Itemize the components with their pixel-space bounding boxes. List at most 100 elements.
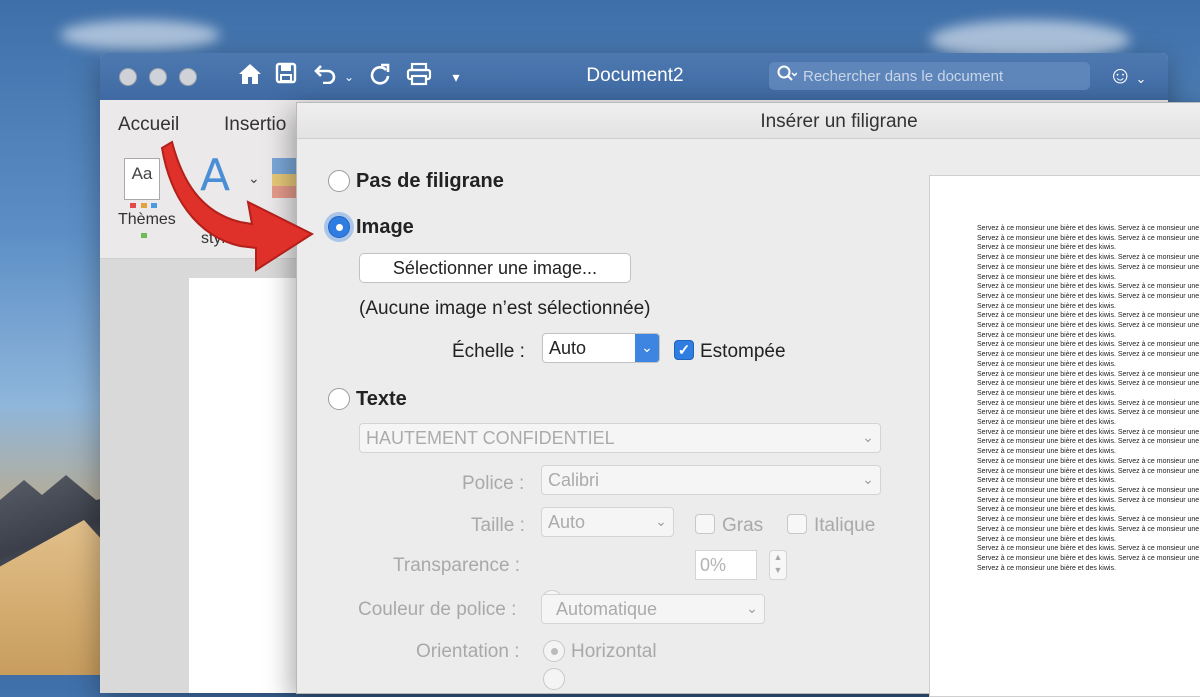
font-select[interactable]: Calibri ⌄ <box>541 465 881 495</box>
print-icon[interactable] <box>405 62 433 92</box>
preview-text-line: Servez à ce monsieur une bière et des ki… <box>977 380 1200 388</box>
undo-dropdown-chevron-icon[interactable]: ⌄ <box>342 62 356 92</box>
horizontal-label: Horizontal <box>571 641 657 662</box>
chevron-down-icon: ⌄ <box>862 471 874 487</box>
preview-text-line: Servez à ce monsieur une bière et des ki… <box>977 419 1116 427</box>
preview-text-line: Servez à ce monsieur une bière et des ki… <box>977 428 1200 436</box>
preview-text-line: Servez à ce monsieur une bière et des ki… <box>977 225 1200 232</box>
cloud <box>60 20 220 50</box>
preview-text: Servez à ce monsieur une bière et des ki… <box>977 224 1200 573</box>
preview-text-line: Servez à ce monsieur une bière et des ki… <box>977 457 1200 465</box>
undo-icon[interactable] <box>312 62 340 92</box>
preview-text-line: Servez à ce monsieur une bière et des ki… <box>977 322 1200 330</box>
preview-text-line: Servez à ce monsieur une bière et des ki… <box>977 331 1116 339</box>
preview-text-line: Servez à ce monsieur une bière et des ki… <box>977 244 1116 252</box>
scale-value: Auto <box>549 338 587 358</box>
preview-text-line: Servez à ce monsieur une bière et des ki… <box>977 283 1200 291</box>
orientation-label: Orientation : <box>416 641 520 662</box>
scale-select[interactable]: Auto ⌄ <box>542 333 660 363</box>
home-icon[interactable] <box>236 62 264 92</box>
preview-text-line: Servez à ce monsieur une bière et des ki… <box>977 234 1200 242</box>
search-placeholder: Rechercher dans le document <box>803 67 1004 85</box>
text-option-label: Texte <box>356 388 407 410</box>
bold-checkbox[interactable] <box>695 514 715 534</box>
font-color-select[interactable]: Automatique ⌄ <box>541 594 765 624</box>
customize-toolbar-icon[interactable]: ▾ <box>448 62 464 92</box>
preview-text-line: Servez à ce monsieur une bière et des ki… <box>977 496 1200 504</box>
no-watermark-radio[interactable] <box>328 170 350 192</box>
annotation-arrow <box>160 140 315 272</box>
size-select[interactable]: Auto ⌄ <box>541 507 674 537</box>
preview-text-line: Servez à ce monsieur une bière et des ki… <box>977 545 1200 553</box>
zoom-window-button[interactable] <box>179 68 197 86</box>
chevron-down-icon: ⌄ <box>635 334 659 362</box>
image-option-label: Image <box>356 216 414 238</box>
select-image-button[interactable]: Sélectionner une image... <box>359 253 631 283</box>
feedback-smiley-icon[interactable]: ☺ ⌄ <box>1108 62 1146 90</box>
preview-text-line: Servez à ce monsieur une bière et des ki… <box>977 467 1200 475</box>
font-color-label: Couleur de police : <box>358 599 517 620</box>
preview-text-line: Servez à ce monsieur une bière et des ki… <box>977 370 1200 378</box>
preview-text-line: Servez à ce monsieur une bière et des ki… <box>977 263 1200 271</box>
size-label: Taille : <box>471 515 525 536</box>
preview-text-line: Servez à ce monsieur une bière et des ki… <box>977 506 1116 514</box>
chevron-down-icon: ⌄ <box>862 429 874 445</box>
text-radio[interactable] <box>328 388 350 410</box>
watermark-text-combobox[interactable]: HAUTEMENT CONFIDENTIEL ⌄ <box>359 423 881 453</box>
preview-text-line: Servez à ce monsieur une bière et des ki… <box>977 525 1200 533</box>
document-page[interactable] <box>189 278 309 693</box>
preview-text-line: Servez à ce monsieur une bière et des ki… <box>977 438 1200 446</box>
preview-text-line: Servez à ce monsieur une bière et des ki… <box>977 302 1116 310</box>
redo-icon[interactable] <box>366 62 394 92</box>
chevron-down-icon: ⌄ <box>655 513 667 529</box>
dialog-title: Insérer un filigrane <box>760 111 918 132</box>
search-field[interactable]: Rechercher dans le document <box>769 62 1090 90</box>
no-image-selected-text: (Aucune image n’est sélectionnée) <box>359 298 651 319</box>
preview-text-line: Servez à ce monsieur une bière et des ki… <box>977 516 1200 524</box>
insert-watermark-dialog: Insérer un filigrane Pas de filigrane Im… <box>296 102 1200 697</box>
bold-label: Gras <box>722 515 764 536</box>
watermark-text-value: HAUTEMENT CONFIDENTIEL <box>366 428 615 448</box>
preview-text-line: Servez à ce monsieur une bière et des ki… <box>977 409 1200 417</box>
save-icon[interactable] <box>273 62 299 92</box>
font-label: Police : <box>462 473 525 494</box>
preview-text-line: Servez à ce monsieur une bière et des ki… <box>977 312 1200 320</box>
preview-text-line: Servez à ce monsieur une bière et des ki… <box>977 399 1200 407</box>
transparency-label: Transparence : <box>393 555 521 576</box>
italic-checkbox[interactable] <box>787 514 807 534</box>
preview-text-line: Servez à ce monsieur une bière et des ki… <box>977 448 1116 456</box>
dialog-title-bar: Insérer un filigrane <box>297 103 1200 139</box>
washout-checkbox[interactable]: ✓ <box>674 340 694 360</box>
themes-icon-text: Aa <box>131 164 153 183</box>
size-value: Auto <box>548 512 586 532</box>
scale-label: Échelle : <box>452 341 525 362</box>
preview-text-line: Servez à ce monsieur une bière et des ki… <box>977 351 1200 359</box>
italic-label: Italique <box>814 515 876 536</box>
close-window-button[interactable] <box>119 68 137 86</box>
preview-text-line: Servez à ce monsieur une bière et des ki… <box>977 273 1116 281</box>
transparency-field[interactable]: 0% <box>695 550 757 580</box>
preview-text-line: Servez à ce monsieur une bière et des ki… <box>977 564 1116 572</box>
themes-icon[interactable]: Aa <box>124 158 160 238</box>
preview-text-line: Servez à ce monsieur une bière et des ki… <box>977 535 1116 543</box>
image-radio[interactable] <box>328 216 350 238</box>
washout-label: Estompée <box>700 341 786 362</box>
preview-text-line: Servez à ce monsieur une bière et des ki… <box>977 292 1200 300</box>
tab-accueil[interactable]: Accueil <box>118 114 179 136</box>
preview-text-line: Servez à ce monsieur une bière et des ki… <box>977 360 1116 368</box>
preview-text-line: Servez à ce monsieur une bière et des ki… <box>977 389 1116 397</box>
font-value: Calibri <box>548 470 600 490</box>
search-icon <box>777 65 798 88</box>
preview-text-line: Servez à ce monsieur une bière et des ki… <box>977 254 1200 262</box>
preview-text-line: Servez à ce monsieur une bière et des ki… <box>977 477 1116 485</box>
transparency-stepper[interactable]: ▲ ▼ <box>769 550 787 580</box>
horizontal-radio[interactable] <box>543 640 565 662</box>
minimize-window-button[interactable] <box>149 68 167 86</box>
title-bar: ⌄ ▾ Document2 Rechercher dans le documen… <box>100 53 1168 100</box>
tab-insertion[interactable]: Insertio <box>224 114 286 136</box>
preview-text-line: Servez à ce monsieur une bière et des ki… <box>977 486 1200 494</box>
document-title: Document2 <box>586 65 684 86</box>
diagonal-radio[interactable] <box>543 668 565 690</box>
font-color-value: Automatique <box>556 599 658 619</box>
preview-text-line: Servez à ce monsieur une bière et des ki… <box>977 341 1200 349</box>
